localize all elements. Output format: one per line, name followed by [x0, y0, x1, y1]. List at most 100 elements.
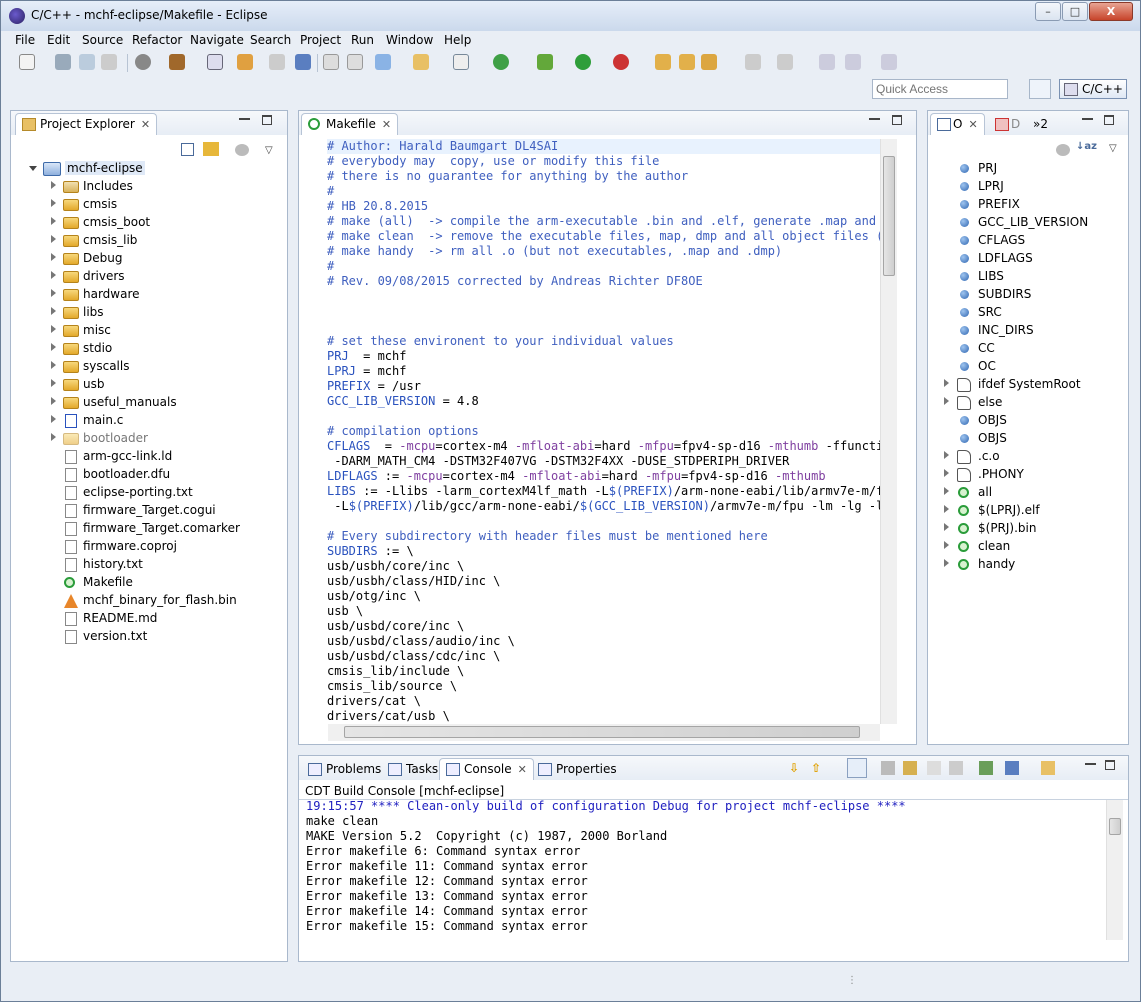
minimize-view-icon[interactable] [1082, 117, 1093, 120]
outline-item[interactable]: LPRJ [928, 178, 1128, 196]
expand-arrow-icon[interactable] [51, 433, 56, 441]
new-cpp-project-icon[interactable] [375, 54, 391, 70]
menu-search[interactable]: Search [250, 33, 291, 47]
tree-item[interactable]: mchf_binary_for_flash.bin [11, 592, 287, 610]
display-console-icon[interactable] [1005, 761, 1019, 775]
outline-item[interactable]: $(LPRJ).elf [928, 502, 1128, 520]
tree-item[interactable]: firmware_Target.cogui [11, 502, 287, 520]
outline-item[interactable]: SRC [928, 304, 1128, 322]
outline-item[interactable]: $(PRJ).bin [928, 520, 1128, 538]
menu-file[interactable]: File [15, 33, 35, 47]
clear-console-icon[interactable] [949, 761, 963, 775]
maximize-view-icon[interactable] [262, 115, 272, 125]
outline-item[interactable]: PREFIX [928, 196, 1128, 214]
scroll-lock-icon[interactable] [847, 758, 867, 778]
maximize-view-icon[interactable] [1104, 115, 1114, 125]
tab-tasks[interactable]: Tasks [381, 758, 445, 780]
tab-project-explorer[interactable]: Project Explorer ✕ [15, 113, 158, 135]
expand-arrow-icon[interactable] [51, 235, 56, 243]
tree-item[interactable]: drivers [11, 268, 287, 286]
filter-icon[interactable] [1056, 144, 1070, 156]
open-folder-icon[interactable] [655, 54, 671, 70]
console-vertical-scrollbar[interactable] [1106, 800, 1123, 940]
open-element-icon[interactable] [269, 54, 285, 70]
tab-console[interactable]: Console ✕ [439, 758, 534, 780]
expand-arrow-icon[interactable] [944, 541, 949, 549]
scrollbar-thumb[interactable] [1109, 818, 1121, 835]
toggle-mark-icon[interactable] [323, 54, 339, 70]
tree-item[interactable]: useful_manuals [11, 394, 287, 412]
tree-item[interactable]: cmsis [11, 196, 287, 214]
tree-item[interactable]: misc [11, 322, 287, 340]
tree-item[interactable]: usb [11, 376, 287, 394]
editor-horizontal-scrollbar[interactable] [328, 724, 880, 741]
outline-item[interactable]: OBJS [928, 430, 1128, 448]
outline-item[interactable]: ifdef SystemRoot [928, 376, 1128, 394]
expand-arrow-icon[interactable] [51, 289, 56, 297]
refresh-icon[interactable] [493, 54, 509, 70]
maximize-view-icon[interactable] [1105, 760, 1115, 770]
expand-arrow-icon[interactable] [51, 181, 56, 189]
close-icon[interactable]: ✕ [141, 118, 150, 131]
minimize-view-icon[interactable] [869, 117, 880, 120]
new-class-icon[interactable] [453, 54, 469, 70]
expand-arrow-icon[interactable] [51, 379, 56, 387]
tab-makefile[interactable]: Makefile ✕ [301, 113, 399, 135]
tree-item[interactable]: cmsis_lib [11, 232, 287, 250]
scroll-down-arrow-icon[interactable]: ⇩ [789, 761, 803, 775]
new-console-icon[interactable] [979, 761, 993, 775]
expand-arrow-icon[interactable] [51, 199, 56, 207]
settings-gear-icon[interactable] [135, 54, 151, 70]
quick-access-input[interactable] [872, 79, 1008, 99]
tree-item[interactable]: Debug [11, 250, 287, 268]
console-output[interactable]: 19:15:57 **** Clean-only build of config… [306, 799, 1106, 939]
view-menu-chevron-down-icon[interactable]: ▽ [265, 145, 273, 156]
menu-source[interactable]: Source [82, 33, 123, 47]
expand-arrow-icon[interactable] [51, 415, 56, 423]
binary-icon[interactable] [207, 54, 223, 70]
expand-arrow-icon[interactable] [944, 487, 949, 495]
tree-item[interactable]: version.txt [11, 628, 287, 646]
tree-item[interactable]: bootloader [11, 430, 287, 448]
outline-item[interactable]: clean [928, 538, 1128, 556]
sort-alpha-icon[interactable]: ↓az [1076, 141, 1097, 152]
outline-item[interactable]: PRJ [928, 160, 1128, 178]
close-icon[interactable]: ✕ [968, 118, 977, 131]
menu-edit[interactable]: Edit [47, 33, 70, 47]
tree-item[interactable]: README.md [11, 610, 287, 628]
forward-arrow-icon[interactable] [881, 54, 897, 70]
collapse-all-icon[interactable] [181, 143, 194, 156]
tree-root-project[interactable]: mchf-eclipse [11, 160, 287, 178]
outline-item[interactable]: LDFLAGS [928, 250, 1128, 268]
pin-console-icon[interactable] [881, 761, 895, 775]
minimize-view-icon[interactable] [1085, 762, 1096, 765]
outline-item[interactable]: OBJS [928, 412, 1128, 430]
close-icon[interactable]: ✕ [518, 763, 527, 776]
menu-window[interactable]: Window [386, 33, 433, 47]
expand-arrow-icon[interactable] [51, 271, 56, 279]
scrollbar-thumb[interactable] [883, 156, 895, 276]
expand-arrow-icon[interactable] [944, 379, 949, 387]
filter-icon[interactable] [235, 144, 249, 156]
expand-arrow-icon[interactable] [51, 361, 56, 369]
outline-item[interactable]: CC [928, 340, 1128, 358]
expand-arrow-icon[interactable] [944, 451, 949, 459]
expand-arrow-icon[interactable] [944, 397, 949, 405]
maximize-view-icon[interactable] [892, 115, 902, 125]
minimize-button[interactable]: – [1035, 2, 1061, 21]
debug-bug-icon[interactable] [537, 54, 553, 70]
outline-item[interactable]: SUBDIRS [928, 286, 1128, 304]
expand-arrow-icon[interactable] [51, 307, 56, 315]
tree-item[interactable]: arm-gcc-link.ld [11, 448, 287, 466]
external-tools-icon[interactable] [613, 54, 629, 70]
tab-properties[interactable]: Properties [531, 758, 624, 780]
outline-item[interactable]: .c.o [928, 448, 1128, 466]
outline-item[interactable]: handy [928, 556, 1128, 574]
menu-run[interactable]: Run [351, 33, 374, 47]
maximize-button[interactable]: □ [1062, 2, 1088, 21]
outline-item[interactable]: all [928, 484, 1128, 502]
tab-outline[interactable]: O ✕ [930, 113, 985, 135]
close-icon[interactable]: ✕ [382, 118, 391, 131]
expand-arrow-icon[interactable] [944, 559, 949, 567]
print-icon[interactable] [101, 54, 117, 70]
